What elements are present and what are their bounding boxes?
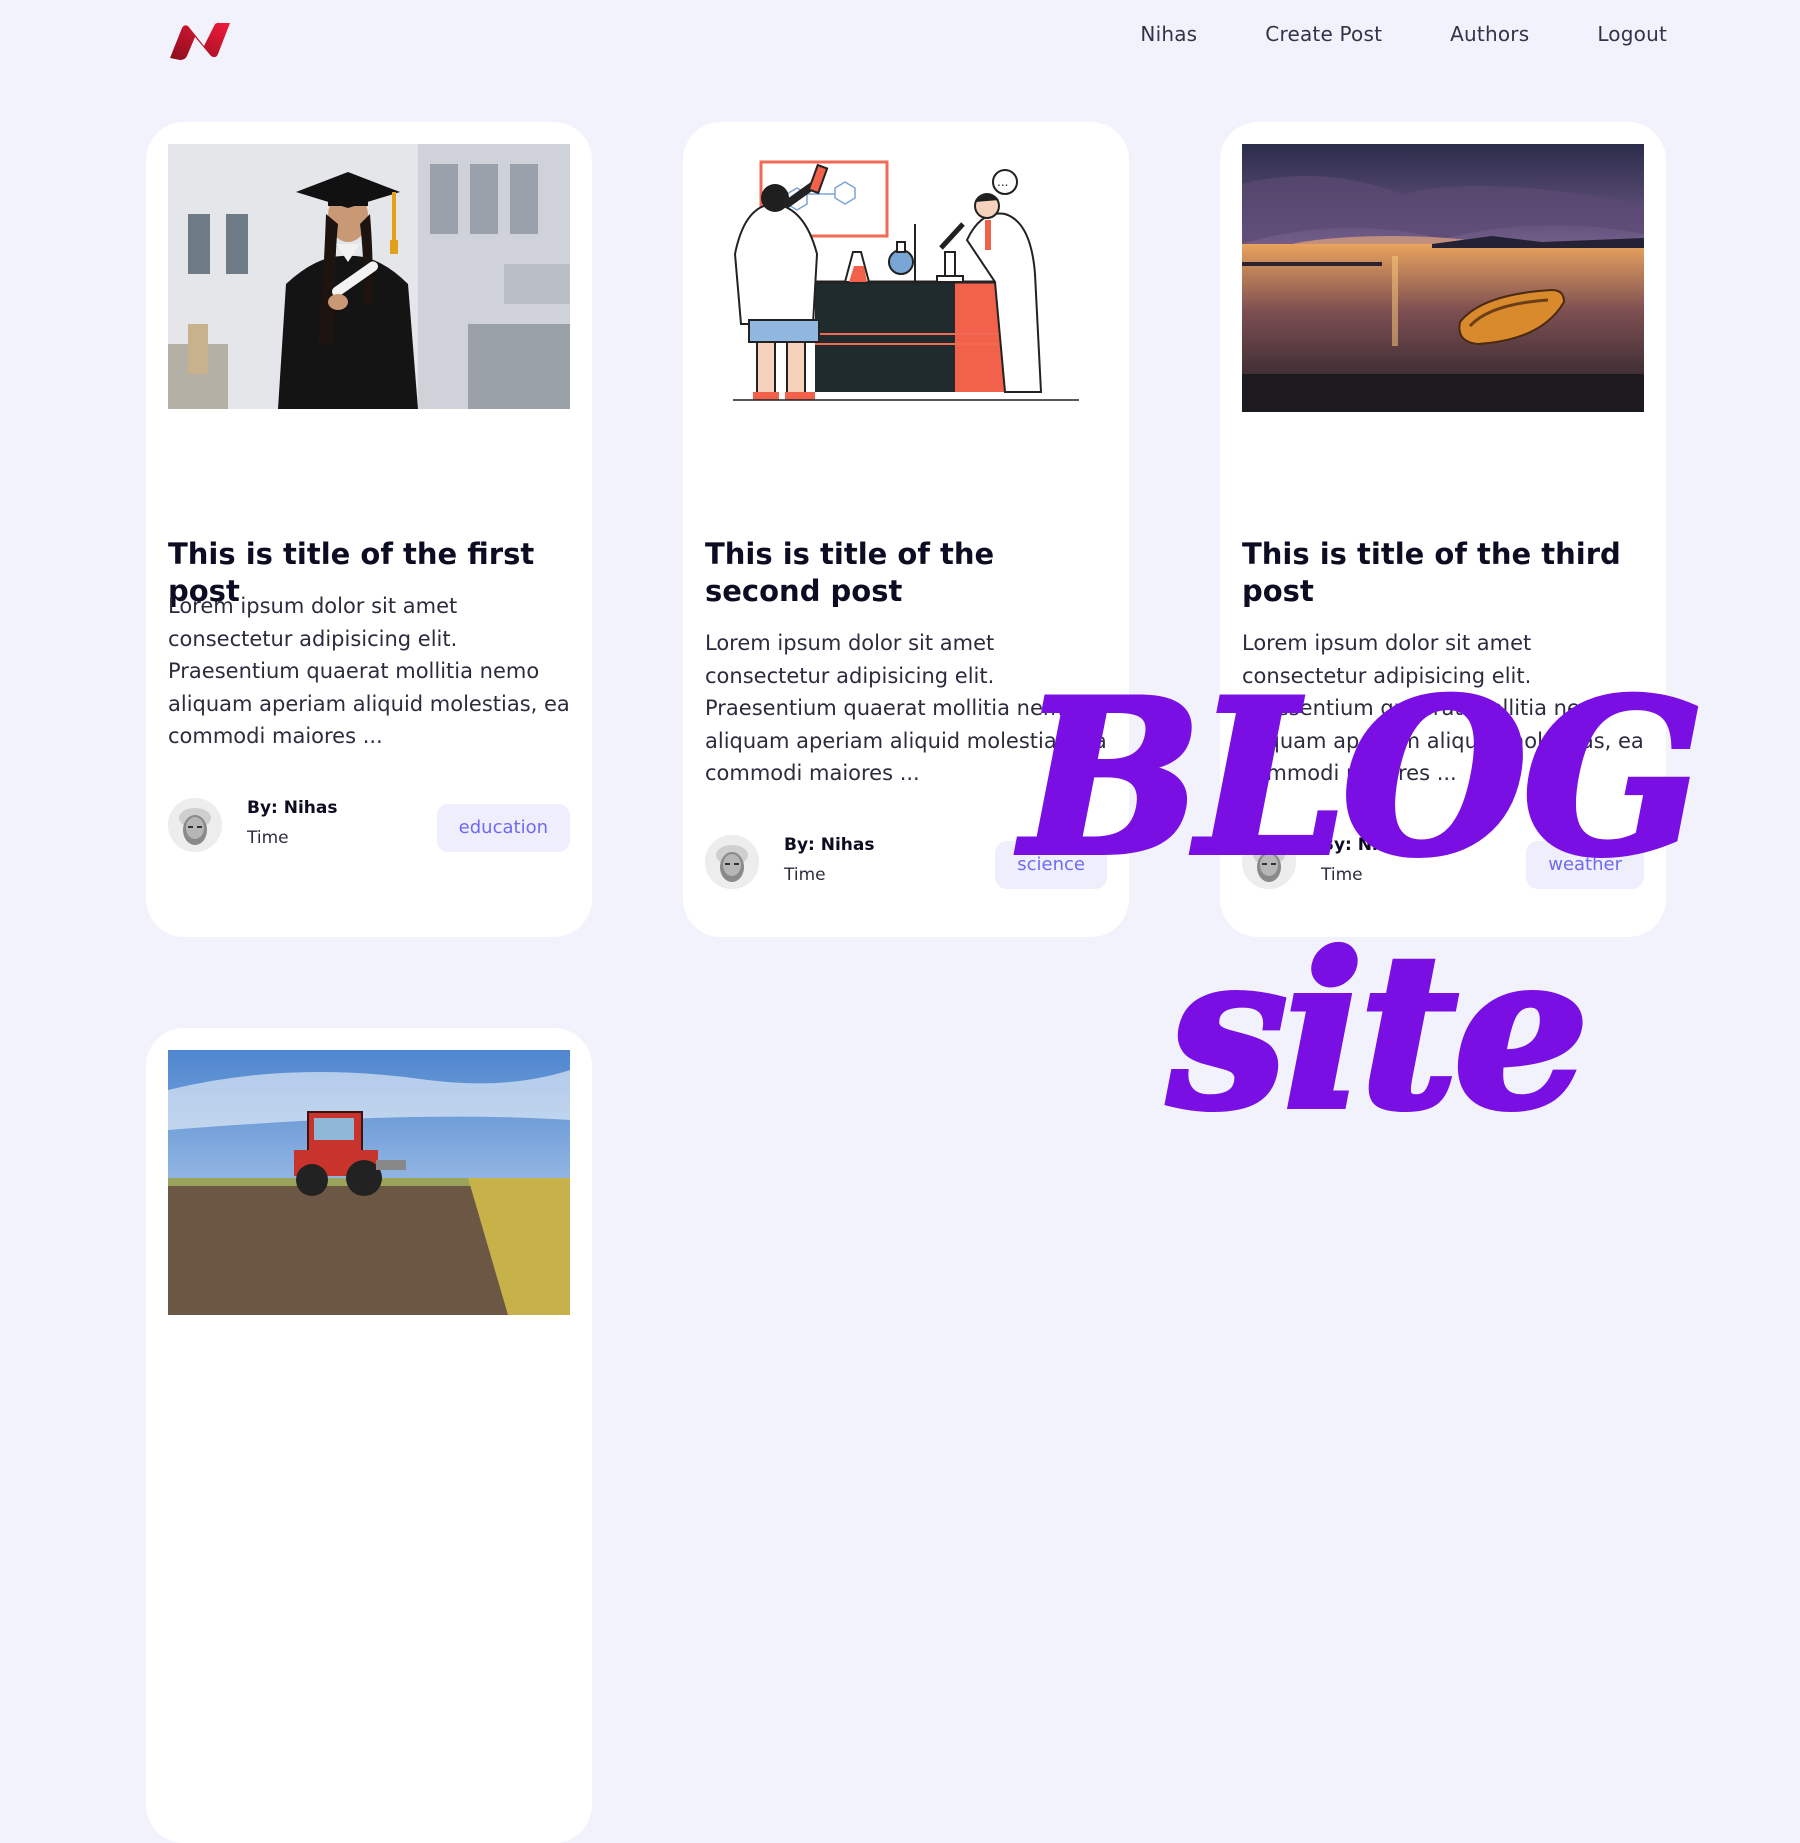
post-card[interactable]: This is title of the first post Lorem ip…: [146, 122, 592, 937]
sunset-lake-photo[interactable]: [1242, 144, 1644, 412]
logo-icon[interactable]: [168, 20, 232, 64]
author-info: By: Nihas Time: [784, 835, 875, 885]
nav-link-authors[interactable]: Authors: [1450, 22, 1529, 46]
tractor-field-photo[interactable]: [168, 1050, 570, 1315]
post-title[interactable]: This is title of the second post: [705, 536, 1107, 610]
post-time: Time: [247, 828, 289, 848]
author-avatar[interactable]: [1242, 835, 1296, 889]
post-footer: By: Nihas Time science: [705, 835, 1107, 893]
post-card[interactable]: [146, 1028, 592, 1843]
graduate-photo[interactable]: [168, 144, 570, 409]
post-excerpt: Lorem ipsum dolor sit amet consectetur a…: [705, 631, 1107, 785]
post-excerpt: Lorem ipsum dolor sit amet consectetur a…: [1242, 631, 1644, 785]
svg-text:...: ...: [997, 175, 1008, 189]
navbar: Nihas Create Post Authors Logout: [0, 0, 1800, 80]
post-card[interactable]: ... This is title of the second post Lor…: [683, 122, 1129, 937]
nav-link-logout[interactable]: Logout: [1597, 22, 1667, 46]
category-badge[interactable]: education: [436, 804, 570, 852]
post-card[interactable]: This is title of the third post Lorem ip…: [1220, 122, 1666, 937]
post-time: Time: [1321, 865, 1363, 885]
author-info: By: Nihas Time: [1321, 835, 1412, 885]
author-name[interactable]: By: Nihas: [1321, 835, 1412, 855]
post-title[interactable]: This is title of the third post: [1242, 536, 1644, 610]
post-footer: By: Nihas Time weather: [1242, 835, 1644, 893]
nav-link-profile[interactable]: Nihas: [1140, 22, 1197, 46]
author-avatar[interactable]: [168, 798, 222, 852]
category-badge[interactable]: science: [995, 841, 1107, 889]
author-name[interactable]: By: Nihas: [247, 798, 338, 818]
author-avatar[interactable]: [705, 835, 759, 889]
post-excerpt: Lorem ipsum dolor sit amet consectetur a…: [168, 594, 570, 748]
science-lab-illustration[interactable]: ...: [705, 144, 1107, 409]
post-time: Time: [784, 865, 826, 885]
category-badge[interactable]: weather: [1526, 841, 1644, 889]
overlay-site-text: site: [1165, 907, 1592, 1156]
post-footer: By: Nihas Time education: [168, 798, 570, 856]
nav-link-create-post[interactable]: Create Post: [1265, 22, 1382, 46]
author-name[interactable]: By: Nihas: [784, 835, 875, 855]
author-info: By: Nihas Time: [247, 798, 338, 848]
nav-links: Nihas Create Post Authors Logout: [1140, 22, 1667, 46]
